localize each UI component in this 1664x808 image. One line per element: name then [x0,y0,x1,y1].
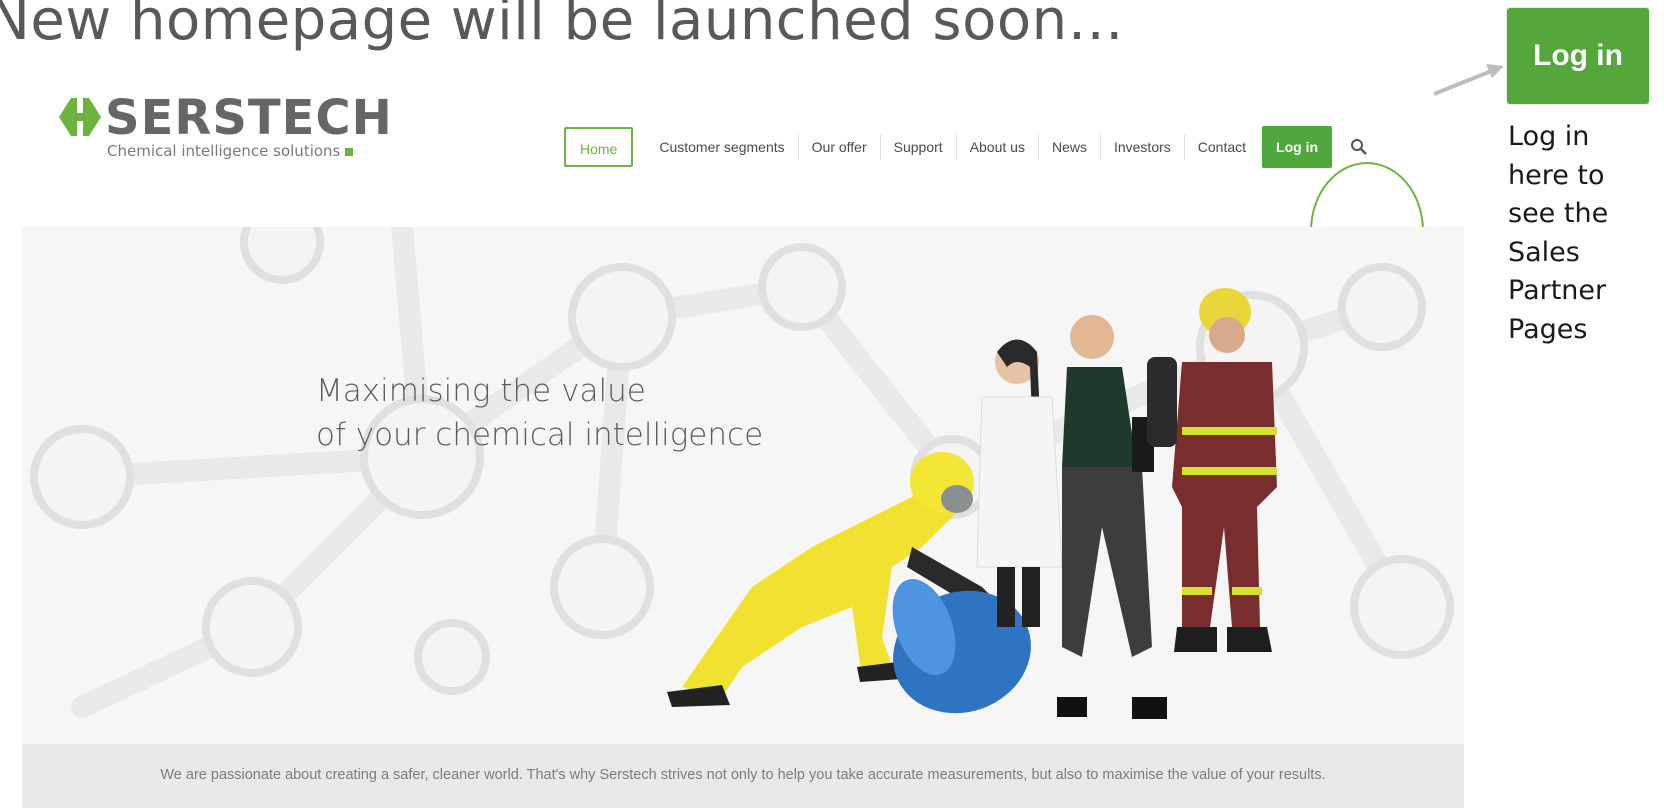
search-icon[interactable] [1350,138,1368,156]
firefighter-person-figure [1147,288,1277,652]
responders-illustration [667,288,1277,719]
slide-title: New homepage will be launched soon… [0,0,1125,53]
nav-news[interactable]: News [1037,134,1100,160]
lab-coat-person-figure [976,339,1063,627]
callout-text: Log in here to see the Sales Partner Pag… [1508,121,1609,345]
hero-banner: Maximising the value of your chemical in… [22,227,1464,744]
hero-footer-bar: We are passionate about creating a safer… [22,744,1464,808]
nav-investors[interactable]: Investors [1099,134,1184,160]
nav-support[interactable]: Support [879,134,956,160]
logo[interactable]: SERSTECH Chemical intelligence solutions [53,90,392,166]
nav-about-us[interactable]: About us [955,134,1038,160]
nav-customer-segments[interactable]: Customer segments [646,134,797,160]
nav-our-offer[interactable]: Our offer [797,134,880,160]
nav-login-button[interactable]: Log in [1262,126,1333,168]
nav-home[interactable]: Home [564,127,634,167]
callout-arrow-icon [1433,64,1504,96]
hero-footer-text: We are passionate about creating a safer… [160,767,1326,783]
nav-contact[interactable]: Contact [1183,134,1259,160]
logo-tagline: Chemical intelligence solutions [107,142,354,160]
callout-login-button[interactable]: Log in [1507,8,1649,104]
serstech-logo-icon [59,98,101,136]
main-nav: Home Customer segments Our offer Support… [564,125,1368,169]
logo-wordmark: SERSTECH [105,90,393,146]
